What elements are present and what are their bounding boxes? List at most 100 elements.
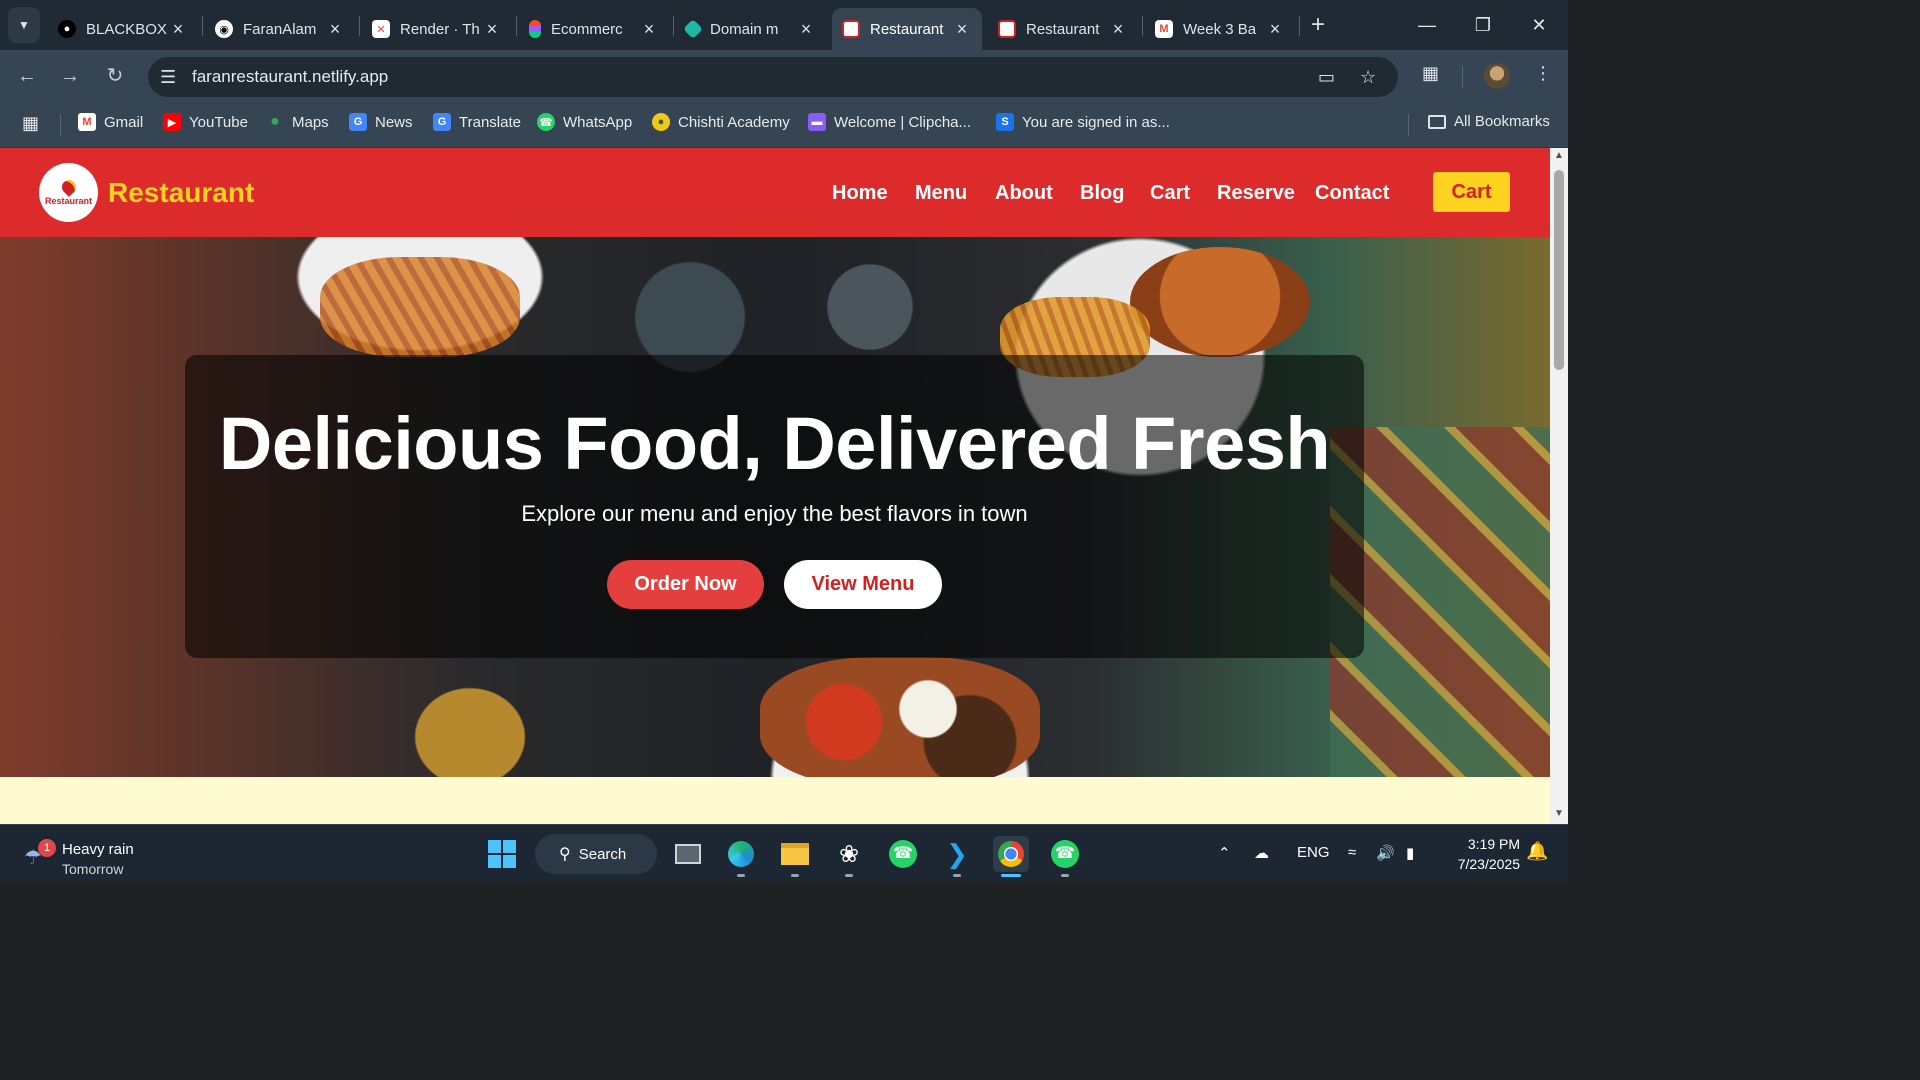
all-bookmarks-label: All Bookmarks (1454, 113, 1550, 130)
browser-toolbar: ← → ↻ ☰ faranrestaurant.netlify.app ▭ ☆ … (0, 50, 1568, 102)
whatsapp-icon: ☎ (537, 113, 555, 131)
bookmark-signin[interactable]: S You are signed in as... (996, 113, 1170, 131)
bookmark-whatsapp[interactable]: ☎ WhatsApp (537, 113, 632, 131)
nav-menu[interactable]: Menu (915, 182, 967, 205)
tab-render[interactable]: ✕ Render · Th × (362, 8, 512, 50)
profile-avatar[interactable] (1484, 63, 1510, 89)
gmail-icon: M (78, 113, 96, 131)
bookmark-youtube[interactable]: ▶ YouTube (163, 113, 248, 131)
translate-icon: G (433, 113, 451, 131)
order-now-button[interactable]: Order Now (607, 560, 764, 609)
battery-icon[interactable]: ▮ (1406, 844, 1414, 862)
all-bookmarks-button[interactable]: All Bookmarks (1428, 113, 1550, 130)
restore-icon[interactable]: ❐ (1468, 10, 1498, 40)
file-explorer-icon[interactable] (777, 836, 813, 877)
tab-title: Render · Th (400, 20, 480, 38)
chrome-icon[interactable] (993, 836, 1029, 877)
kebab-menu-icon[interactable]: ⋮ (1534, 63, 1552, 84)
windows-start-icon[interactable] (484, 836, 520, 872)
bookmark-label: Maps (292, 113, 329, 131)
close-icon[interactable]: × (325, 19, 345, 40)
close-icon[interactable]: × (1265, 19, 1285, 40)
bookmark-news[interactable]: G News (349, 113, 413, 131)
forward-arrow-icon[interactable]: → (56, 62, 84, 90)
wifi-icon[interactable]: ≈ (1348, 844, 1356, 861)
scroll-thumb[interactable] (1554, 170, 1564, 370)
bookmark-label: You are signed in as... (1022, 113, 1170, 131)
task-view-icon[interactable] (670, 836, 706, 872)
back-arrow-icon[interactable]: ← (13, 62, 41, 90)
tab-gmail[interactable]: M Week 3 Ba × (1145, 8, 1295, 50)
vscode-icon[interactable]: ❯ (939, 836, 975, 877)
volume-icon[interactable]: 🔊 (1376, 844, 1395, 862)
install-app-icon[interactable]: ▭ (1318, 67, 1335, 88)
nav-reserve[interactable]: Reserve (1217, 182, 1295, 205)
whatsapp-icon[interactable]: ☎ (885, 836, 921, 872)
scroll-down-icon[interactable]: ▼ (1553, 808, 1565, 819)
bookmark-label: News (375, 113, 413, 131)
reload-icon[interactable]: ↻ (101, 62, 129, 90)
scroll-up-icon[interactable]: ▲ (1553, 150, 1565, 161)
tab-separator (1142, 16, 1143, 36)
notification-bell-icon[interactable]: 🔔 (1526, 841, 1548, 862)
bookmark-maps[interactable]: ● Maps (266, 113, 329, 131)
view-menu-button[interactable]: View Menu (784, 560, 942, 609)
bookmark-translate[interactable]: G Translate (433, 113, 521, 131)
bookmarks-bar: ▦ M Gmail ▶ YouTube ● Maps G News G Tran… (0, 102, 1568, 148)
nav-about[interactable]: About (995, 182, 1053, 205)
apps-grid-icon[interactable]: ▦ (22, 113, 39, 134)
bookmark-label: WhatsApp (563, 113, 633, 131)
bookmark-star-icon[interactable]: ☆ (1360, 67, 1376, 88)
minimize-icon[interactable]: — (1412, 10, 1442, 40)
close-window-icon[interactable]: ✕ (1524, 10, 1554, 40)
weather-widget[interactable]: ☂ 1 Heavy rain Tomorrow (22, 833, 152, 877)
tab-github[interactable]: ◉ FaranAlam × (205, 8, 355, 50)
tab-title: BLACKBOX (86, 20, 167, 38)
address-bar[interactable]: ☰ faranrestaurant.netlify.app ▭ ☆ (148, 57, 1398, 97)
close-icon[interactable]: × (796, 19, 816, 40)
cart-button[interactable]: Cart (1433, 172, 1510, 212)
tab-search-button[interactable]: ▼ (8, 7, 40, 43)
brand-name[interactable]: Restaurant (108, 177, 254, 209)
nav-home[interactable]: Home (832, 182, 888, 205)
close-icon[interactable]: × (482, 19, 502, 40)
search-icon: ⚲ (559, 846, 571, 863)
site-logo[interactable]: Restaurant (39, 163, 98, 222)
tab-restaurant-active[interactable]: Restaurant × (832, 8, 982, 50)
site-header: Restaurant Restaurant Home Menu About Bl… (0, 148, 1550, 237)
nav-contact[interactable]: Contact (1315, 182, 1389, 205)
url-text[interactable]: faranrestaurant.netlify.app (192, 67, 388, 87)
page-scrollbar[interactable]: ▲ ▼ (1550, 148, 1568, 824)
onedrive-icon[interactable]: ☁ (1254, 844, 1269, 862)
hero-overlay-card: Delicious Food, Delivered Fresh Explore … (185, 355, 1364, 658)
system-clock[interactable]: 3:19 PM 7/23/2025 (1440, 834, 1520, 874)
extensions-icon[interactable]: ▦ (1422, 63, 1439, 84)
language-indicator[interactable]: ENG (1297, 844, 1330, 861)
bookmark-gmail[interactable]: M Gmail (78, 113, 143, 131)
bookmark-chishti[interactable]: ● Chishti Academy (652, 113, 790, 131)
site-info-icon[interactable]: ☰ (160, 67, 176, 88)
tab-restaurant[interactable]: Restaurant × (988, 8, 1138, 50)
taskbar-search[interactable]: ⚲ Search (535, 834, 657, 874)
new-tab-button[interactable]: + (1304, 12, 1332, 40)
bookmark-label: Translate (459, 113, 521, 131)
tab-blackbox[interactable]: ● BLACKBOX × (48, 8, 198, 50)
chatgpt-icon[interactable]: ❀ (831, 836, 867, 877)
close-icon[interactable]: × (952, 19, 972, 40)
whatsapp-icon[interactable]: ☎ (1047, 836, 1083, 877)
close-icon[interactable]: × (1108, 19, 1128, 40)
chevron-up-icon[interactable]: ⌃ (1218, 844, 1231, 862)
netlify-icon (683, 19, 703, 39)
tab-separator (359, 16, 360, 36)
bookmark-clipchamp[interactable]: ▬ Welcome | Clipcha... (808, 113, 971, 131)
close-icon[interactable]: × (168, 19, 188, 40)
nav-cart[interactable]: Cart (1150, 182, 1190, 205)
tab-netlify[interactable]: Domain m × (676, 8, 826, 50)
close-icon[interactable]: × (639, 19, 659, 40)
edge-icon[interactable] (723, 836, 759, 877)
tab-figma[interactable]: Ecommerc × (519, 8, 669, 50)
gmail-icon: M (1155, 20, 1173, 38)
weather-subtitle: Tomorrow (62, 861, 124, 877)
notification-badge: 1 (38, 839, 56, 857)
nav-blog[interactable]: Blog (1080, 182, 1124, 205)
